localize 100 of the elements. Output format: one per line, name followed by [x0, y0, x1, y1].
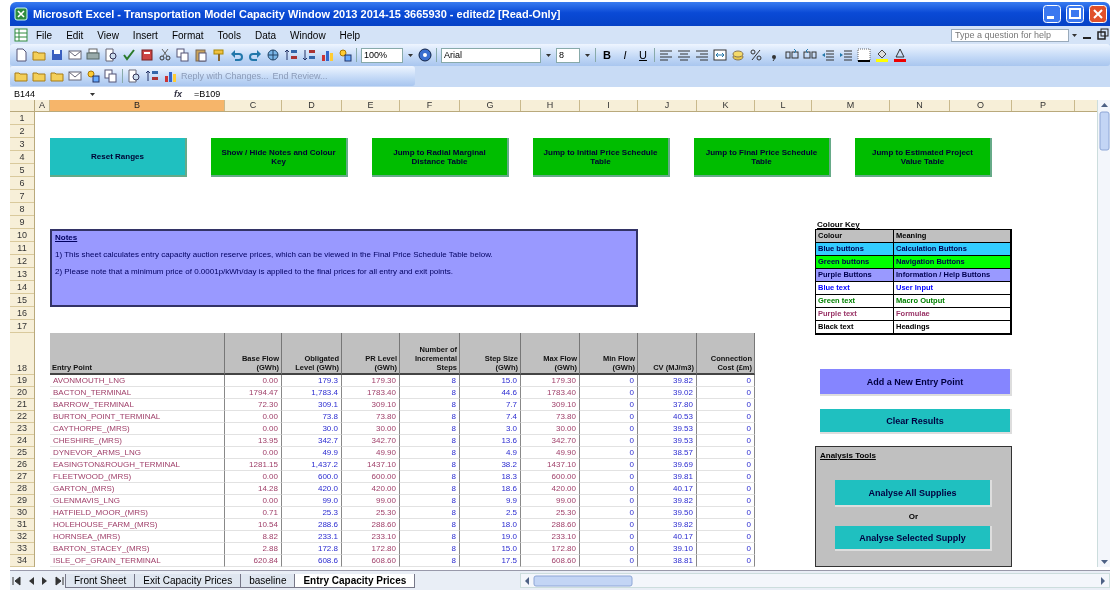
borders-icon[interactable] [857, 48, 871, 62]
row-header[interactable]: 20 [10, 387, 34, 399]
font-field[interactable]: Arial [441, 47, 541, 63]
menu-item[interactable]: Edit [60, 28, 90, 42]
help-field[interactable]: Type a question for help [951, 28, 1069, 42]
paste-icon[interactable] [194, 48, 208, 62]
copy-icon[interactable] [104, 69, 118, 83]
restore-icon[interactable] [1096, 28, 1110, 42]
vertical-scrollbar[interactable] [1097, 100, 1110, 567]
format-button[interactable]: I [618, 49, 632, 61]
row-header[interactable]: 31 [10, 519, 34, 531]
zoom-field[interactable]: 100% [361, 47, 403, 63]
menu-item[interactable]: Format [165, 28, 210, 42]
row-header[interactable]: 4 [10, 151, 34, 164]
button[interactable]: Analyse Selected Supply [835, 526, 992, 551]
column-header[interactable]: O [950, 100, 1012, 111]
last-sheet-icon[interactable] [52, 573, 66, 588]
undo-icon[interactable] [230, 48, 244, 62]
column-header[interactable]: H [521, 100, 580, 111]
menu-item[interactable]: Tools [211, 28, 247, 42]
column-header[interactable]: J [638, 100, 697, 111]
sheet-tab[interactable]: baseline [240, 573, 296, 588]
sort-descending-icon[interactable] [302, 48, 316, 62]
button[interactable]: Jump to Estimated Project Value Table [855, 138, 992, 177]
scroll-thumb[interactable] [533, 574, 633, 587]
row-header[interactable]: 13 [10, 268, 34, 281]
row-header[interactable]: 9 [10, 216, 34, 229]
row-header[interactable]: 23 [10, 423, 34, 435]
save-icon[interactable] [50, 48, 64, 62]
font-color-icon[interactable] [893, 48, 907, 62]
column-header[interactable]: C [225, 100, 282, 111]
sheet-tab[interactable]: Exit Capacity Prices [134, 573, 242, 588]
menu-item[interactable]: Help [333, 28, 367, 42]
email-icon[interactable] [68, 48, 82, 62]
column-header[interactable]: K [697, 100, 755, 111]
row-header[interactable]: 26 [10, 459, 34, 471]
format-button[interactable]: U [636, 49, 650, 61]
menu-item[interactable]: Data [248, 28, 283, 42]
row-header[interactable]: 34 [10, 555, 34, 567]
first-sheet-icon[interactable] [10, 573, 24, 588]
sheet-tab[interactable]: Front Sheet [65, 573, 136, 588]
mail-icon[interactable] [68, 69, 82, 83]
menu-item[interactable]: View [91, 28, 125, 42]
row-header[interactable]: 7 [10, 190, 34, 203]
row-header[interactable]: 32 [10, 531, 34, 543]
row-header[interactable]: 33 [10, 543, 34, 555]
button[interactable]: Add a New Entry Point [820, 369, 1012, 396]
button[interactable]: Reset Ranges [50, 138, 187, 177]
copy-icon[interactable] [176, 48, 190, 62]
row-header[interactable]: 11 [10, 242, 34, 255]
column-header[interactable]: P [1012, 100, 1075, 111]
column-header[interactable]: M [812, 100, 890, 111]
menu-item[interactable]: File [30, 28, 59, 42]
menu-item[interactable]: Insert [126, 28, 164, 42]
row-header[interactable]: 6 [10, 177, 34, 190]
scissors-icon[interactable] [158, 48, 172, 62]
sort-ascending-icon[interactable] [145, 69, 159, 83]
row-header[interactable]: 16 [10, 307, 34, 320]
chart-icon[interactable] [320, 48, 334, 62]
workbook-icon[interactable] [14, 28, 28, 42]
row-header[interactable]: 29 [10, 495, 34, 507]
insert-function-button[interactable]: fx [170, 88, 186, 99]
printer-icon[interactable] [86, 48, 100, 62]
drawing-icon[interactable] [86, 69, 100, 83]
align-left-icon[interactable] [659, 48, 673, 62]
row-header[interactable]: 19 [10, 375, 34, 387]
row-header[interactable]: 3 [10, 138, 34, 151]
chart-icon[interactable] [163, 69, 177, 83]
column-header[interactable]: L [755, 100, 812, 111]
row-header[interactable]: 18 [10, 333, 34, 375]
align-right-icon[interactable] [695, 48, 709, 62]
brush-icon[interactable] [212, 48, 226, 62]
menu-item[interactable]: Window [284, 28, 332, 42]
row-header[interactable]: 10 [10, 229, 34, 242]
help-icon[interactable] [418, 48, 432, 62]
outdent-icon[interactable] [821, 48, 835, 62]
button[interactable]: Show / Hide Notes and Colour Key [211, 138, 348, 177]
column-header[interactable]: G [460, 100, 521, 111]
redo-icon[interactable] [248, 48, 262, 62]
scroll-thumb[interactable] [1098, 111, 1110, 151]
column-header[interactable]: E [342, 100, 400, 111]
print-preview-icon[interactable] [104, 48, 118, 62]
row-header[interactable]: 21 [10, 399, 34, 411]
row-header[interactable]: 5 [10, 164, 34, 177]
button[interactable]: Jump to Final Price Schedule Table [694, 138, 831, 177]
horizontal-scrollbar[interactable] [520, 573, 1110, 588]
row-header[interactable]: 8 [10, 203, 34, 216]
column-header[interactable]: F [400, 100, 460, 111]
button[interactable]: Clear Results [820, 409, 1012, 434]
row-header[interactable]: 12 [10, 255, 34, 268]
column-header[interactable]: B [50, 100, 225, 111]
row-header[interactable]: 2 [10, 125, 34, 138]
close-icon[interactable] [1089, 5, 1107, 23]
merge-icon[interactable] [713, 48, 727, 62]
column-header[interactable]: I [580, 100, 638, 111]
row-header[interactable]: 17 [10, 320, 34, 333]
row-header[interactable]: 25 [10, 447, 34, 459]
increase-decimal-icon[interactable] [785, 48, 799, 62]
button[interactable]: Jump to Radial Marginal Distance Table [372, 138, 509, 177]
fill-color-icon[interactable] [875, 48, 889, 62]
